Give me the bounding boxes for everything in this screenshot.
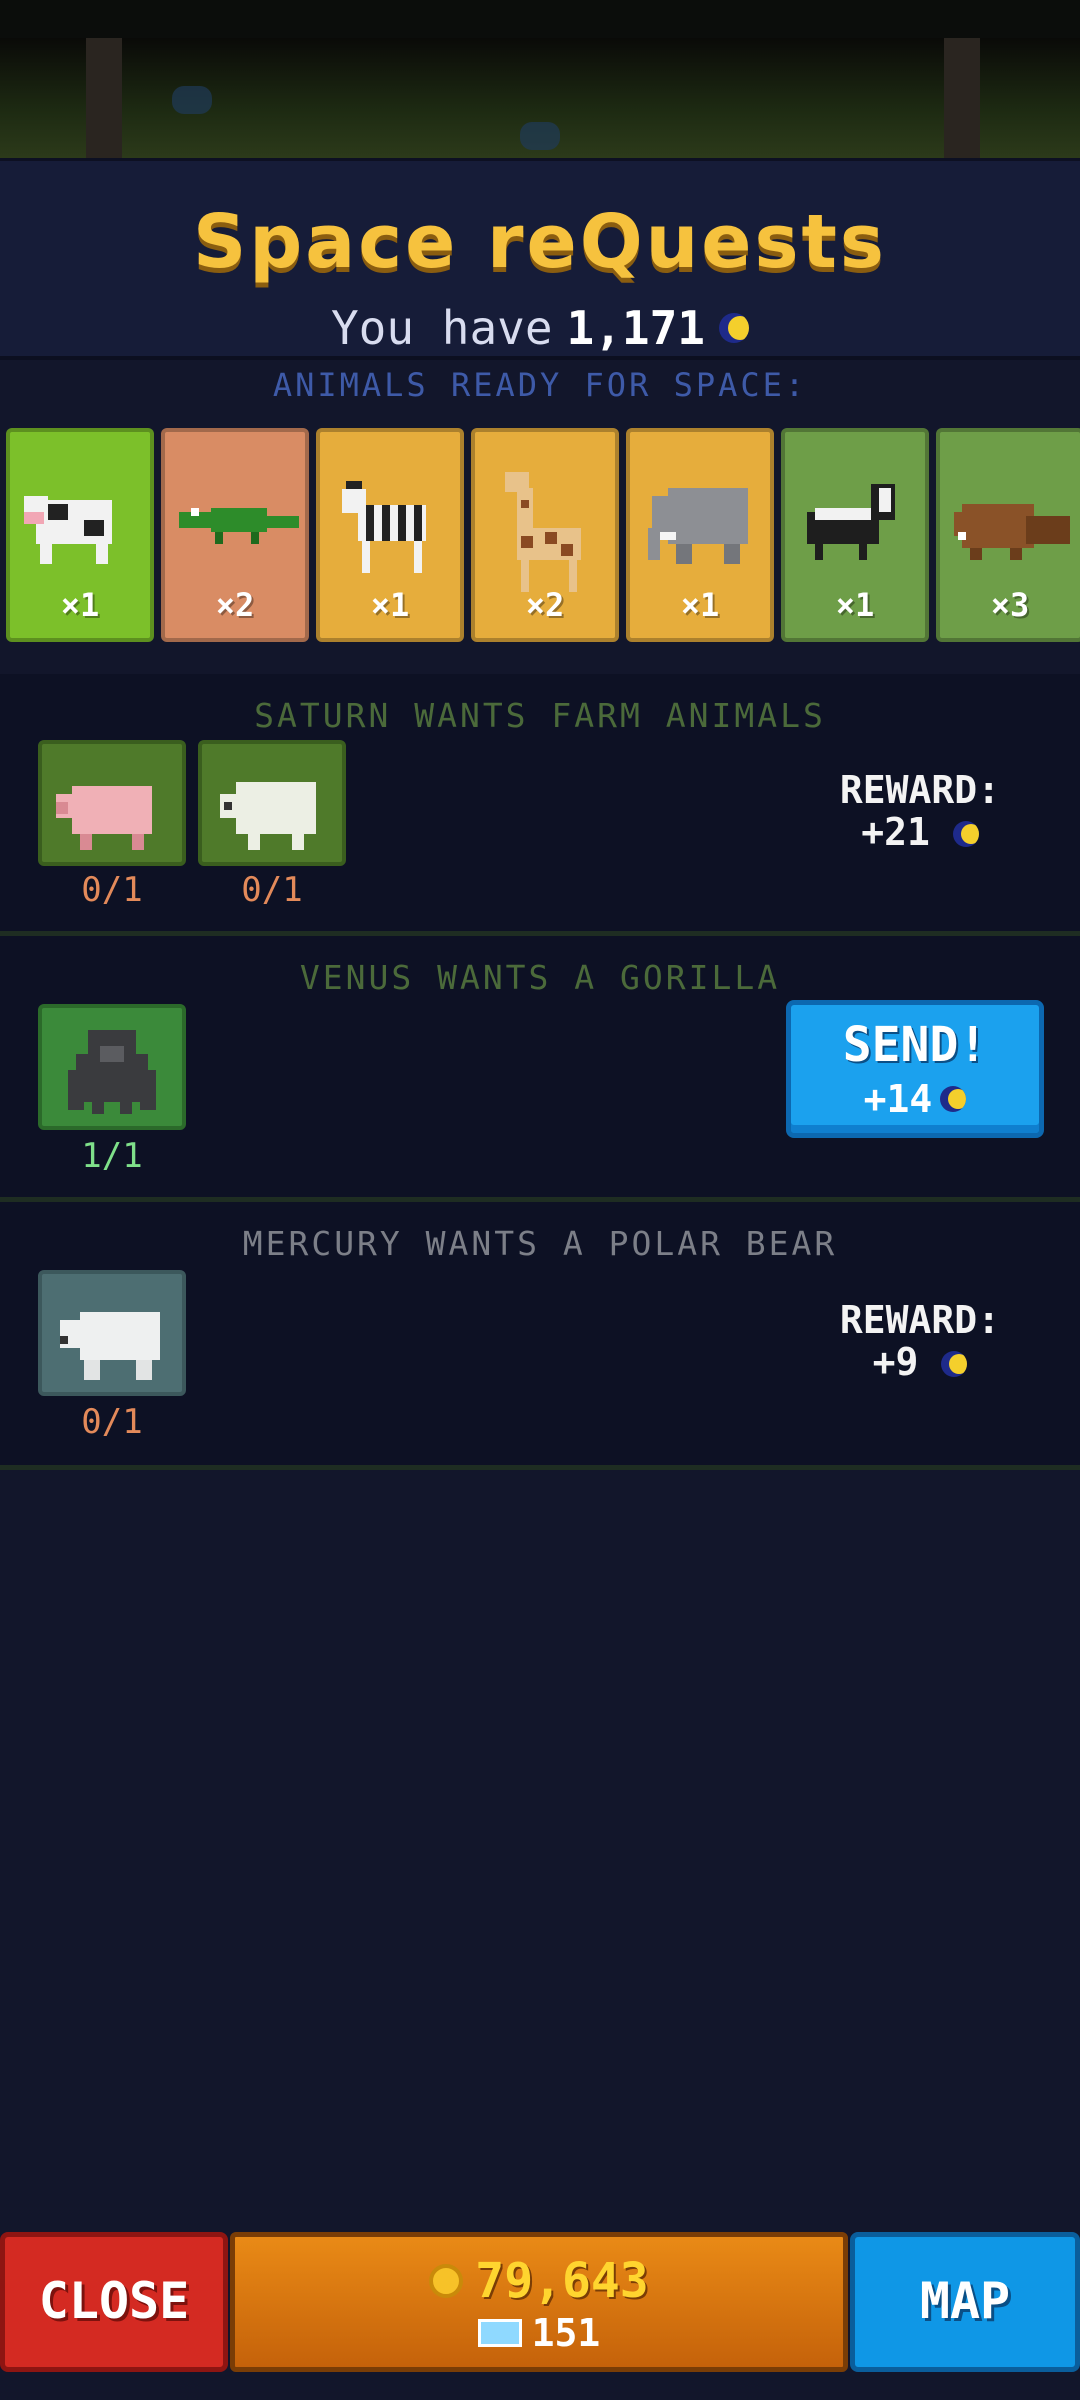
request-progress: 1/1 [81,1136,143,1176]
moon-currency-icon [941,1351,968,1378]
skunk-icon [807,484,895,560]
reward-block: REWARD: +21 [820,768,1020,854]
currency-bar: 79,643 151 [230,2232,848,2372]
reward-value-row: +9 [820,1339,1020,1384]
request-venus: VENUS WANTS A GORILLA 1/1 SEND! +14 [0,936,1080,1202]
close-button[interactable]: CLOSE [0,2232,228,2372]
reward-label: REWARD: [839,768,1001,812]
reward-value-row: +21 [820,809,1020,854]
scene-animal [172,86,212,114]
send-button[interactable]: SEND! +14 [786,1000,1044,1138]
request-slot-pig[interactable] [38,740,186,866]
scene-tower [86,38,122,158]
gem-count: 151 [531,2311,601,2355]
animal-count: ×1 [60,586,100,624]
request-saturn: SATURN WANTS FARM ANIMALS 0/1 0/1 REWARD… [0,674,1080,936]
animal-count: ×1 [835,586,875,624]
animal-count: ×2 [215,586,255,624]
beaver-icon [954,504,1070,560]
cow-icon [24,496,112,564]
gem-icon [477,2319,522,2347]
request-title: VENUS WANTS A GORILLA [299,958,781,997]
balance-value: 1,171 [566,301,706,355]
animal-card-elephant[interactable]: ×1 [626,428,774,642]
moon-balance: You have 1,171 [0,301,1080,355]
send-reward-row: +14 [791,1077,1039,1121]
background-scene [0,38,1080,158]
status-bar-strip [0,0,1080,38]
reward-value: +21 [861,809,930,854]
gorilla-icon [68,1030,156,1114]
animal-card-beaver[interactable]: ×3 [936,428,1080,642]
zebra-icon [342,481,426,573]
animal-count: ×3 [990,586,1030,624]
polar-bear-icon [60,1312,160,1380]
ready-animals-row: ×1 ×2 ×1 ×2 ×1 ×1 ×3 [6,428,1080,642]
coin-count: 79,643 [475,2253,649,2309]
animals-ready-label: ANIMALS READY FOR SPACE: [272,366,808,404]
pig-icon [56,786,152,850]
balance-prefix: You have [330,301,553,355]
reward-value: +9 [872,1339,919,1384]
quests-header: Space reQuests You have 1,171 [0,158,1080,360]
animal-count: ×1 [680,586,720,624]
request-slot-gorilla[interactable] [38,1004,186,1130]
scene-animal [520,122,560,150]
animal-count: ×1 [370,586,410,624]
bottom-bar: CLOSE 79,643 151 MAP [0,2230,1080,2378]
request-title: MERCURY WANTS A POLAR BEAR [242,1224,838,1263]
sheep-icon [220,782,316,850]
animal-card-giraffe[interactable]: ×2 [471,428,619,642]
scene-tower [944,38,980,158]
request-progress: 0/1 [81,870,143,910]
moon-currency-icon [719,313,750,343]
giraffe-icon [505,472,581,592]
request-slot-polar-bear[interactable] [38,1270,186,1396]
crocodile-icon [179,508,299,544]
animal-card-skunk[interactable]: ×1 [781,428,929,642]
section-divider [0,1465,1080,1470]
request-title: SATURN WANTS FARM ANIMALS [254,696,826,735]
reward-label: REWARD: [839,1298,1001,1342]
send-label: SEND! [842,1017,988,1073]
coin-icon [429,2264,464,2298]
animal-count: ×2 [525,586,565,624]
moon-currency-icon [940,1086,967,1112]
page-title: Space reQuests [193,199,887,285]
request-slot-sheep[interactable] [198,740,346,866]
send-reward-value: +14 [863,1077,933,1121]
elephant-icon [648,488,748,564]
animal-card-cow[interactable]: ×1 [6,428,154,642]
reward-block: REWARD: +9 [820,1298,1020,1384]
animal-card-zebra[interactable]: ×1 [316,428,464,642]
animal-card-crocodile[interactable]: ×2 [161,428,309,642]
request-mercury: MERCURY WANTS A POLAR BEAR 0/1 REWARD: +… [0,1202,1080,1470]
moon-currency-icon [952,821,979,848]
request-progress: 0/1 [81,1402,143,1442]
map-button[interactable]: MAP [850,2232,1080,2372]
request-progress: 0/1 [241,870,303,910]
coin-row: 79,643 [235,2253,843,2309]
gem-row: 151 [235,2311,843,2355]
